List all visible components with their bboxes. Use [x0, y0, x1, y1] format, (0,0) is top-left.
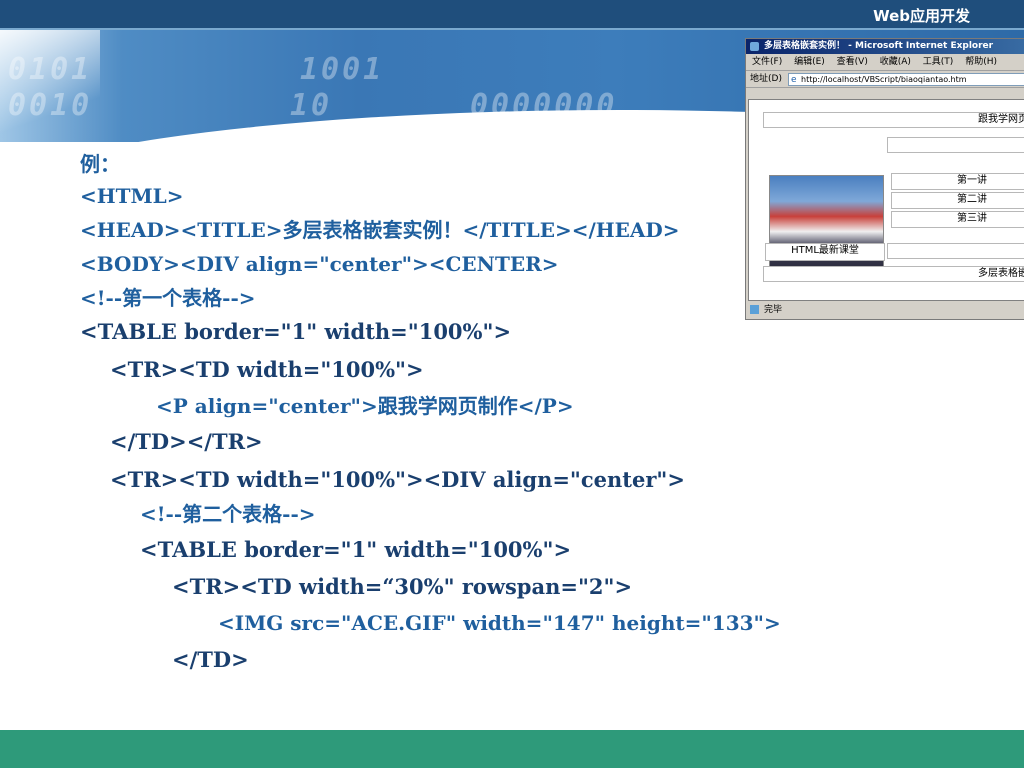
top-bar: Web应用开发 — [0, 0, 1024, 28]
code-line: <TR><TD width="100%"><DIV align="center"… — [110, 467, 685, 492]
code-line: <IMG src="ACE.GIF" width="147" height="1… — [218, 611, 781, 635]
code-line: <!--第一个表格--> — [80, 286, 256, 310]
lesson-label: 第二讲 — [957, 194, 987, 205]
code-line: <TR><TD width=“30%" rowspan="2"> — [172, 574, 633, 599]
banner-binary-text: 0010 — [8, 88, 93, 123]
bottom-bar — [0, 730, 1024, 768]
browser-title: 多层表格嵌套实例！ - Microsoft Internet Explorer — [764, 41, 994, 51]
browser-address-bar: 地址(D) e http://localhost/VBScript/biaoqi… — [746, 71, 1024, 88]
banner-binary-text: 1001 — [300, 52, 385, 87]
ie-icon — [750, 42, 759, 51]
code-line: <TR><TD width="100%"> — [110, 357, 424, 382]
table-footer-cell: 多层表格嵌套示 — [763, 266, 1024, 282]
code-line: 例： — [80, 152, 120, 176]
menu-favorites: 收藏(A) — [879, 57, 911, 67]
code-line: <HTML> — [80, 184, 184, 208]
lesson-cell: 第三讲 — [891, 211, 1024, 228]
cell-text: HTML最新课堂 — [791, 245, 859, 256]
page-done-icon — [750, 305, 759, 314]
banner-binary-text: 10 — [290, 88, 333, 123]
code-line: <TABLE border="1" width="100%"> — [80, 319, 512, 344]
banner-binary-text: 0101 — [8, 52, 93, 87]
browser-page: 跟我学网页制作 基 第一讲 第二讲 第三讲 HTML最新课堂 高 多层表格嵌套示 — [748, 99, 1024, 301]
address-field: e http://localhost/VBScript/biaoqiantao.… — [788, 73, 1024, 86]
ace-photo — [769, 175, 884, 278]
code-line: <HEAD><TITLE>多层表格嵌套实例！</TITLE></HEAD> — [80, 218, 680, 242]
address-label: 地址(D) — [750, 74, 782, 84]
table-cell-bottom-left: HTML最新课堂 — [765, 243, 885, 261]
code-line: </TD> — [172, 647, 249, 672]
lesson-cell: 第二讲 — [891, 192, 1024, 209]
lesson-cell: 第一讲 — [891, 173, 1024, 190]
browser-statusbar: 完毕 — [746, 301, 1024, 319]
code-line: <TABLE border="1" width="100%"> — [140, 537, 572, 562]
table-cell-top-right: 基 — [887, 137, 1024, 153]
course-title: Web应用开发 — [873, 7, 970, 25]
code-line: <!--第二个表格--> — [140, 502, 316, 526]
browser-menubar: 文件(F) 编辑(E) 查看(V) 收藏(A) 工具(T) 帮助(H) — [746, 54, 1024, 71]
code-line: <P align="center">跟我学网页制作</P> — [156, 394, 574, 418]
code-line: </TD></TR> — [110, 429, 263, 454]
page-icon: e — [791, 75, 797, 85]
browser-screenshot: 多层表格嵌套实例！ - Microsoft Internet Explorer … — [745, 38, 1024, 320]
menu-tools: 工具(T) — [922, 57, 954, 67]
browser-titlebar: 多层表格嵌套实例！ - Microsoft Internet Explorer — [746, 39, 1024, 54]
lesson-label: 第一讲 — [957, 175, 987, 186]
menu-help: 帮助(H) — [965, 57, 997, 67]
table-heading-cell: 跟我学网页制作 — [763, 112, 1024, 128]
status-text: 完毕 — [764, 305, 783, 315]
code-line: <BODY><DIV align="center"><CENTER> — [80, 252, 559, 276]
table-heading: 跟我学网页制作 — [978, 114, 1024, 125]
address-value: http://localhost/VBScript/biaoqiantao.ht… — [801, 75, 967, 84]
menu-view: 查看(V) — [836, 57, 868, 67]
table-cell-bottom-right: 高 — [887, 243, 1024, 259]
lesson-label: 第三讲 — [957, 213, 987, 224]
table-footer: 多层表格嵌套示 — [978, 268, 1024, 279]
menu-edit: 编辑(E) — [794, 57, 825, 67]
menu-file: 文件(F) — [752, 57, 783, 67]
